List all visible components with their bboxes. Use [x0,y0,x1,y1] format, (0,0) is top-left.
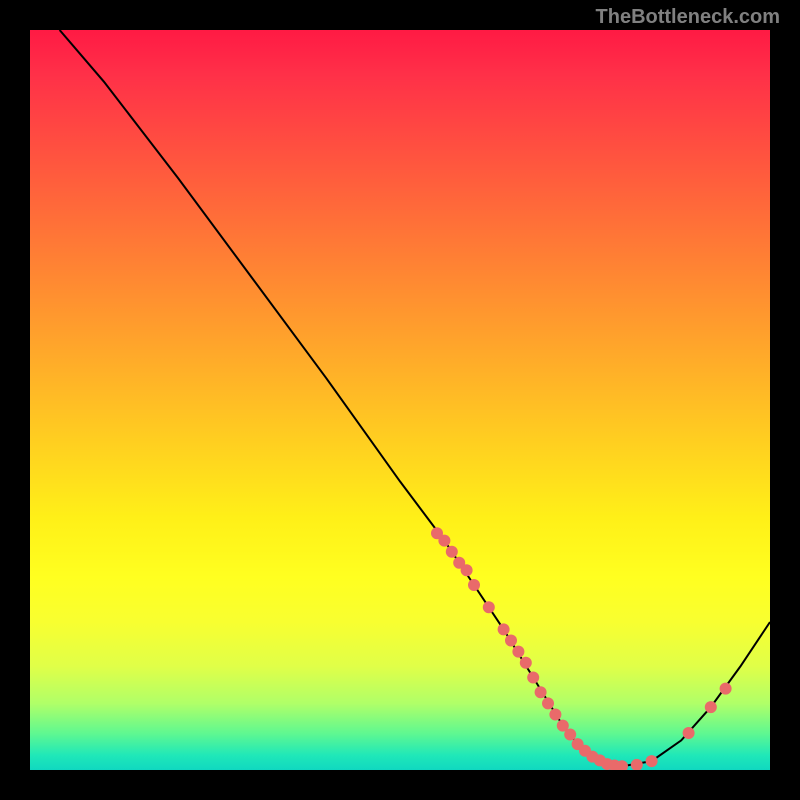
data-point [461,564,473,576]
data-point [520,657,532,669]
data-point [542,697,554,709]
data-point [527,672,539,684]
data-point [646,755,658,767]
data-point [505,635,517,647]
data-point [549,709,561,721]
data-point [468,579,480,591]
data-point [720,683,732,695]
data-point [683,727,695,739]
data-point [564,728,576,740]
data-point [498,623,510,635]
data-point [631,759,643,770]
data-point [438,535,450,547]
chart-svg [30,30,770,770]
bottleneck-curve [60,30,770,766]
data-point [705,701,717,713]
data-markers [431,527,732,770]
chart-plot-area [30,30,770,770]
data-point [535,686,547,698]
attribution-text: TheBottleneck.com [596,6,780,29]
data-point [512,646,524,658]
data-point [446,546,458,558]
data-point [483,601,495,613]
